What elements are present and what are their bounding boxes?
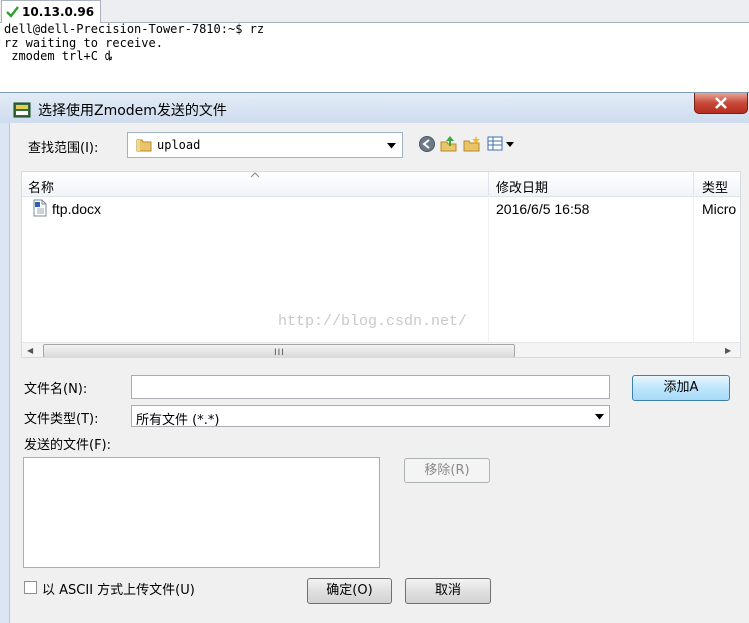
new-folder-icon[interactable] xyxy=(463,135,481,153)
session-tab[interactable]: 10.13.0.96 xyxy=(1,0,102,23)
checkmark-icon xyxy=(6,6,19,18)
close-icon xyxy=(715,97,727,109)
sort-ascending-icon xyxy=(250,172,260,178)
close-button[interactable] xyxy=(694,93,748,114)
filename-input[interactable] xyxy=(131,375,610,399)
column-date-header[interactable]: 修改日期 xyxy=(496,177,548,196)
ascii-checkbox[interactable] xyxy=(24,581,37,594)
file-name: ftp.docx xyxy=(52,201,102,217)
terminal-line: rz waiting to receive. xyxy=(4,35,163,50)
horizontal-scrollbar[interactable]: ◀ III ▶ xyxy=(22,342,740,357)
chevron-down-icon xyxy=(595,414,604,420)
add-button[interactable]: 添加A xyxy=(632,375,730,401)
back-icon[interactable] xyxy=(418,135,436,153)
remove-button[interactable]: 移除(R) xyxy=(404,458,490,483)
chevron-down-icon xyxy=(387,143,396,149)
filename-label: 文件名(N): xyxy=(24,382,88,397)
column-type-header[interactable]: 类型 xyxy=(702,177,728,196)
ok-button[interactable]: 确定(O) xyxy=(307,578,392,604)
file-dialog: 选择使用Zmodem发送的文件 查找范围(I): upload 名称 修改日期 … xyxy=(0,92,749,623)
filetype-label: 文件类型(T): xyxy=(24,412,99,427)
file-type: Micro xyxy=(702,201,737,217)
cancel-button[interactable]: 取消 xyxy=(405,578,491,604)
filetype-dropdown[interactable]: 所有文件 (*.*) xyxy=(131,405,610,428)
terminal-tab-bar: 10.13.0.96 xyxy=(0,0,749,23)
dialog-body: 查找范围(I): upload 名称 修改日期 类型 ftp.docx 2016… xyxy=(9,123,749,623)
look-in-label: 查找范围(I): xyxy=(28,141,99,156)
dialog-titlebar[interactable]: 选择使用Zmodem发送的文件 xyxy=(0,93,749,123)
terminal-output[interactable]: dell@dell-Precision-Tower-7810:~$ rz rz … xyxy=(0,22,749,93)
watermark-text: http://blog.csdn.net/ xyxy=(278,313,468,330)
folder-icon xyxy=(136,139,152,152)
look-in-value: upload xyxy=(157,138,201,152)
send-files-label: 发送的文件(F): xyxy=(24,438,112,453)
filetype-value: 所有文件 (*.*) xyxy=(136,413,220,428)
look-in-dropdown[interactable]: upload xyxy=(127,132,403,158)
file-modified: 2016/6/5 16:58 xyxy=(496,201,590,217)
scrollbar-thumb[interactable]: III xyxy=(43,344,515,357)
file-row[interactable]: ftp.docx 2016/6/5 16:58 Micro xyxy=(22,197,740,219)
document-icon xyxy=(33,199,47,217)
column-name-header[interactable]: 名称 xyxy=(28,177,54,196)
session-tab-label: 10.13.0.96 xyxy=(22,5,95,19)
scroll-left-icon[interactable]: ◀ xyxy=(27,346,33,355)
scroll-right-icon[interactable]: ▶ xyxy=(725,346,731,355)
app-icon xyxy=(13,102,31,118)
up-folder-icon[interactable] xyxy=(440,135,458,153)
dialog-title: 选择使用Zmodem发送的文件 xyxy=(38,103,227,119)
file-list[interactable]: 名称 修改日期 类型 ftp.docx 2016/6/5 16:58 Micro… xyxy=(21,171,741,358)
terminal-line: zmodem trl+C ȡ xyxy=(4,49,113,63)
ascii-label: 以 ASCII 方式上传文件(U) xyxy=(42,583,195,598)
view-menu-icon[interactable] xyxy=(487,135,517,153)
file-list-header: 名称 修改日期 类型 xyxy=(22,172,740,197)
terminal-line: dell@dell-Precision-Tower-7810:~$ rz xyxy=(4,22,265,36)
send-files-list[interactable] xyxy=(23,457,380,568)
